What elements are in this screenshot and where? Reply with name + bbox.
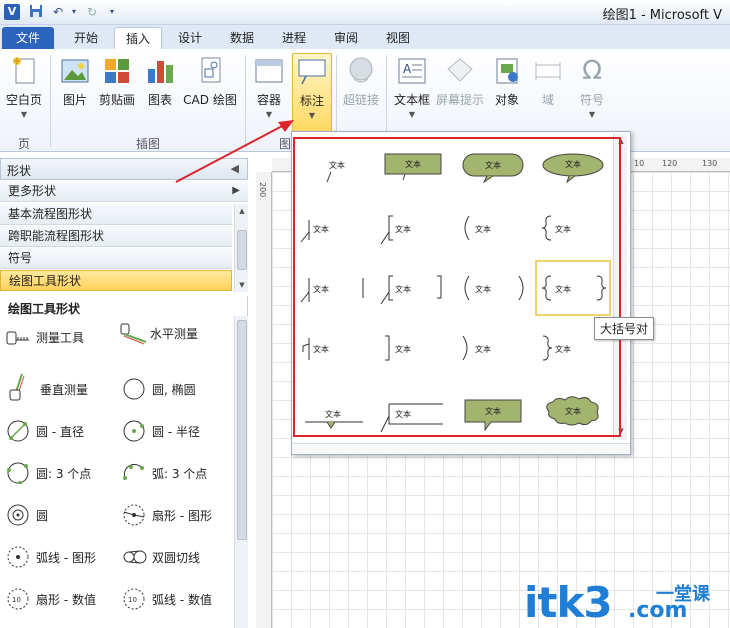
gallery-resize-handle[interactable] bbox=[292, 443, 630, 454]
tooltip-brace-pair: 大括号对 bbox=[594, 317, 655, 340]
annotation-highlight-frame bbox=[293, 137, 621, 437]
watermark-logo: itk3 bbox=[524, 578, 613, 627]
watermark-domain: .com bbox=[628, 598, 688, 623]
